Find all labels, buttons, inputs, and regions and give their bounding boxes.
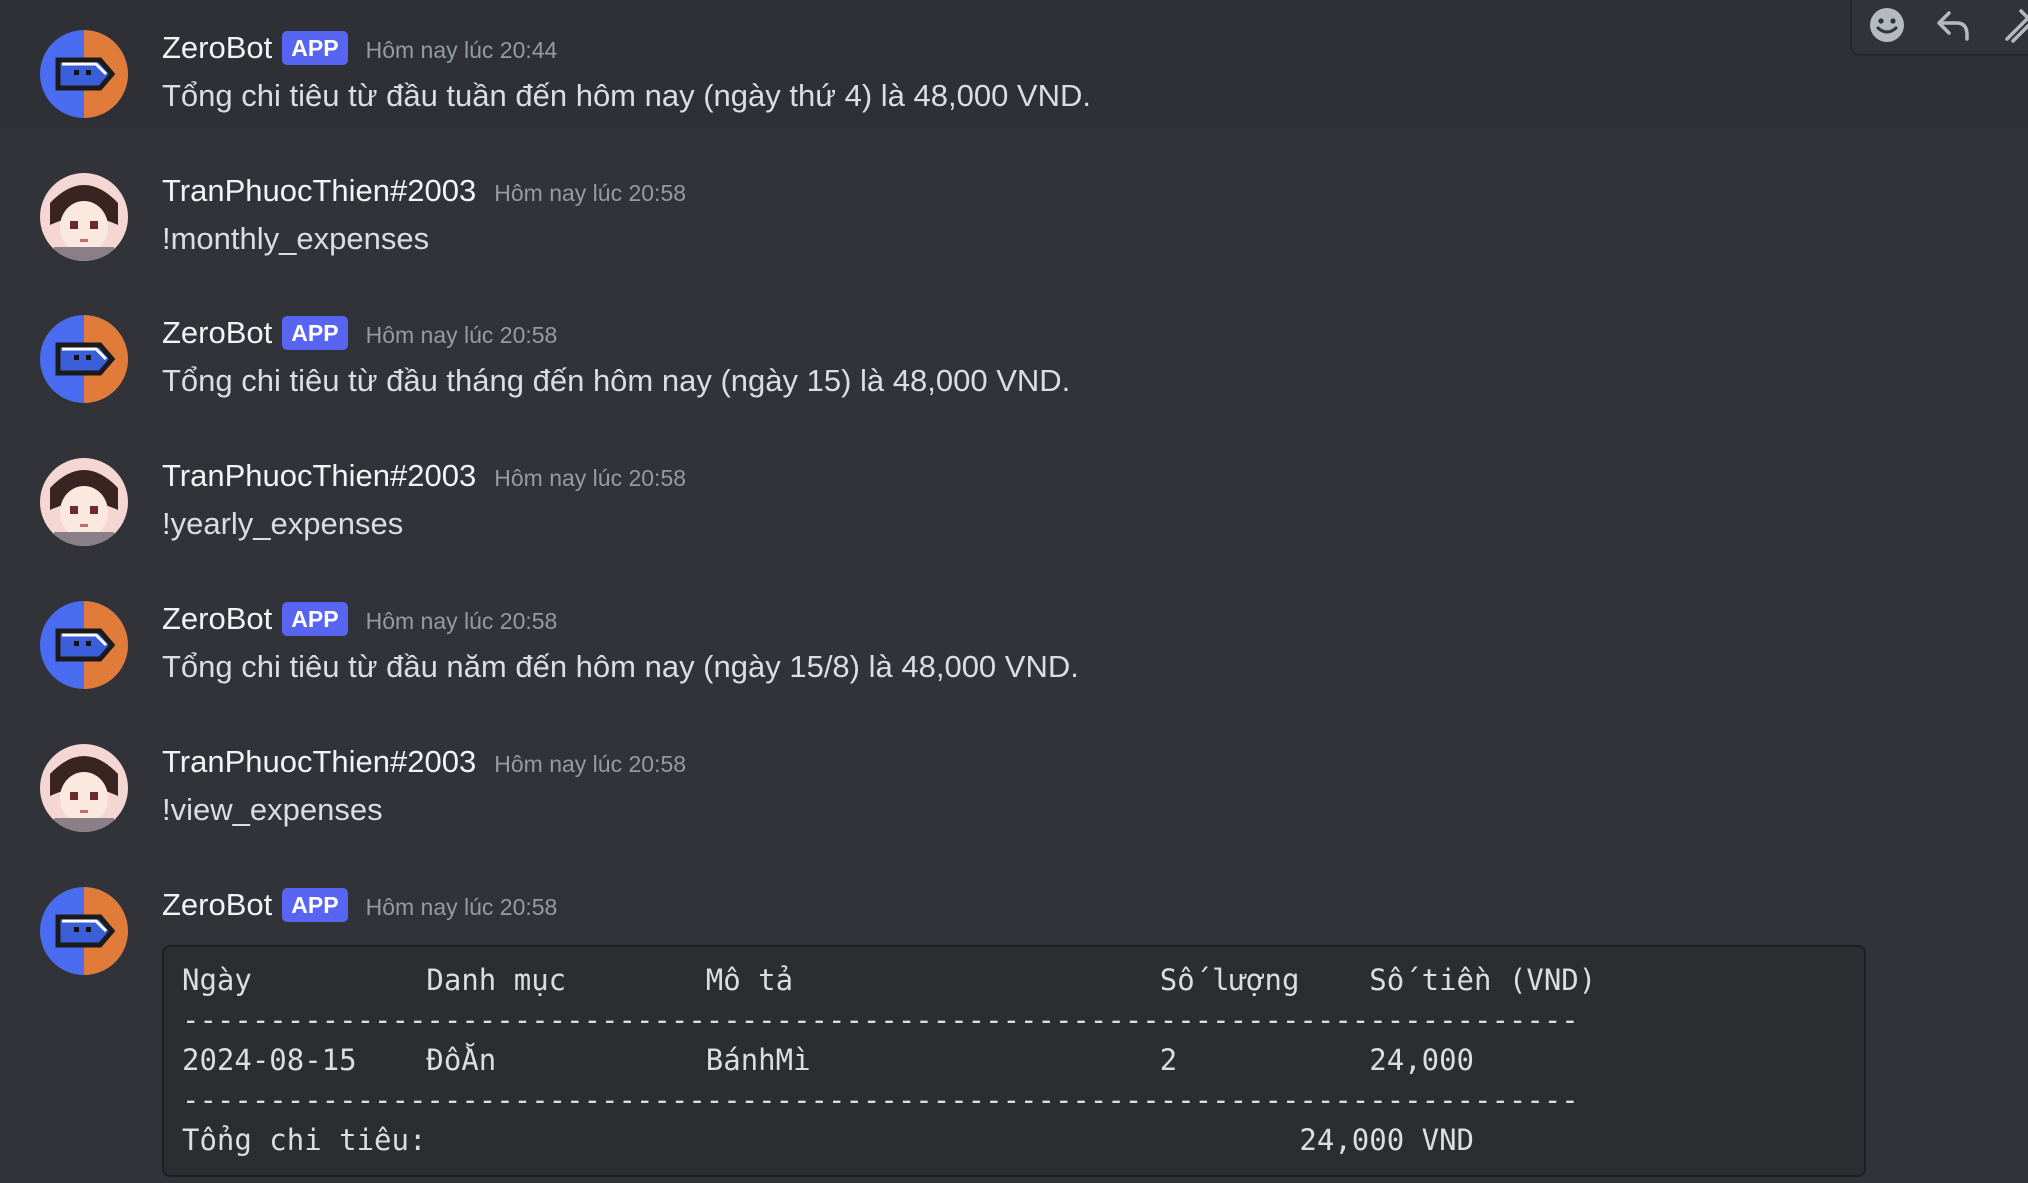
- table-header: Ngày Danh mục Mô tả Số lượng Số tiền (VN…: [182, 963, 1597, 997]
- timestamp: Hôm nay lúc 20:58: [365, 322, 558, 348]
- author-name[interactable]: TranPhuocThien#2003: [162, 173, 476, 209]
- app-badge: APP: [282, 31, 348, 65]
- reply-icon[interactable]: [1930, 2, 1976, 48]
- app-badge: APP: [282, 602, 348, 636]
- message-action-toolbar: [1850, 0, 2028, 56]
- message-5[interactable]: ZeroBot APP Hôm nay lúc 20:58 Tổng chi t…: [0, 571, 2028, 701]
- message-6[interactable]: TranPhuocThien#2003 Hôm nay lúc 20:58 !v…: [0, 714, 2028, 844]
- emoji-icon[interactable]: [1864, 2, 1910, 48]
- message-3[interactable]: ZeroBot APP Hôm nay lúc 20:58 Tổng chi t…: [0, 285, 2028, 415]
- app-badge: APP: [282, 316, 348, 350]
- message-text: Tổng chi tiêu từ đầu tháng đến hôm nay (…: [162, 363, 1071, 398]
- zerobot-avatar[interactable]: [40, 601, 128, 689]
- table-row: 2024-08-15 ĐồĂn BánhMì 2 24,000: [182, 1043, 1475, 1077]
- zerobot-avatar[interactable]: [40, 315, 128, 403]
- author-name[interactable]: TranPhuocThien#2003: [162, 458, 476, 494]
- author-name[interactable]: ZeroBot: [162, 30, 272, 66]
- message-text: Tổng chi tiêu từ đầu tuần đến hôm nay (n…: [162, 78, 1092, 113]
- message-1[interactable]: ZeroBot APP Hôm nay lúc 20:44 Tổng chi t…: [0, 0, 2028, 128]
- timestamp: Hôm nay lúc 20:58: [494, 180, 687, 206]
- timestamp: Hôm nay lúc 20:58: [365, 894, 558, 920]
- zerobot-avatar[interactable]: [40, 887, 128, 975]
- message-4[interactable]: TranPhuocThien#2003 Hôm nay lúc 20:58 !y…: [0, 428, 2028, 558]
- timestamp: Hôm nay lúc 20:58: [494, 465, 687, 491]
- more-icon[interactable]: [1996, 2, 2028, 48]
- zerobot-avatar[interactable]: [40, 30, 128, 118]
- author-name[interactable]: ZeroBot: [162, 315, 272, 351]
- author-name[interactable]: ZeroBot: [162, 887, 272, 923]
- timestamp: Hôm nay lúc 20:44: [365, 37, 558, 63]
- expense-code-block: Ngày Danh mục Mô tả Số lượng Số tiền (VN…: [162, 945, 1866, 1177]
- table-separator: ----------------------------------------…: [182, 1083, 1579, 1117]
- message-2[interactable]: TranPhuocThien#2003 Hôm nay lúc 20:58 !m…: [0, 143, 2028, 273]
- author-name[interactable]: ZeroBot: [162, 601, 272, 637]
- author-name[interactable]: TranPhuocThien#2003: [162, 744, 476, 780]
- message-text: !monthly_expenses: [162, 221, 430, 256]
- timestamp: Hôm nay lúc 20:58: [365, 608, 558, 634]
- message-text: !yearly_expenses: [162, 506, 404, 541]
- message-text: Tổng chi tiêu từ đầu năm đến hôm nay (ng…: [162, 649, 1079, 684]
- table-separator: ----------------------------------------…: [182, 1003, 1579, 1037]
- table-total: Tổng chi tiêu: 24,000 VND: [182, 1123, 1475, 1157]
- message-text: !view_expenses: [162, 792, 383, 827]
- user-avatar[interactable]: [40, 173, 128, 261]
- timestamp: Hôm nay lúc 20:58: [494, 751, 687, 777]
- app-badge: APP: [282, 888, 348, 922]
- user-avatar[interactable]: [40, 458, 128, 546]
- user-avatar[interactable]: [40, 744, 128, 832]
